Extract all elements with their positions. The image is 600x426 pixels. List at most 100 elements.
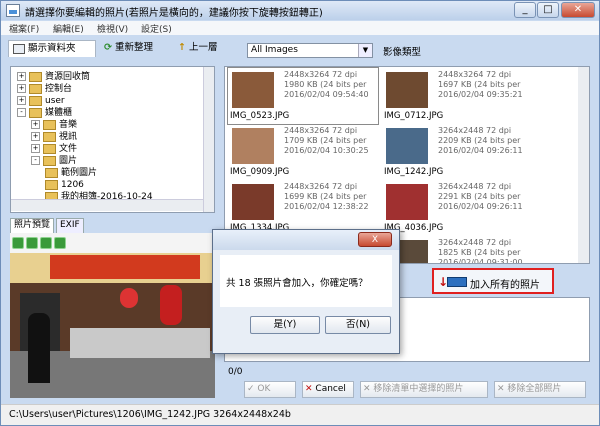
cancel-button[interactable]: ✕ Cancel (302, 381, 354, 398)
collapse-icon[interactable]: - (31, 156, 40, 165)
tab-exif[interactable]: EXIF (56, 218, 84, 233)
remove-all-label: 移除全部照片 (507, 384, 562, 394)
folder-tree[interactable]: + 資源回收筒 + 控制台 + user - 媒體櫃 + 音樂 + 視訊 + 文件 - 圖片 範例圖片 1206 我… (10, 66, 215, 213)
menu-view[interactable]: 檢視(V) (97, 22, 128, 35)
tree-node[interactable]: 1206 (45, 179, 84, 191)
photo-meta: 2448x3264 72 dpi 1699 KB (24 bits per 2016… (284, 182, 369, 212)
tree-node-label: 1206 (61, 180, 84, 190)
photo-item[interactable]: 3264x2448 72 dpi 2209 KB (24 bits per 2016… (382, 124, 532, 180)
ok-button[interactable]: ✓ OK (244, 381, 296, 398)
tree-node[interactable]: - 媒體櫃 (17, 107, 72, 119)
zoom-in-icon[interactable] (12, 237, 24, 249)
folder-icon (43, 143, 56, 154)
add-all-photos-button[interactable]: ↓ 加入所有的照片 (432, 268, 554, 294)
photo-date: 2016/02/04 12:38:22 (284, 202, 369, 211)
image-type-dropdown[interactable]: All Images ▼ (247, 43, 373, 58)
remove-all-icon: ✕ (497, 384, 505, 394)
photo-meta: 3264x2448 72 dpi 1825 KB (24 bits per 2016… (438, 238, 523, 264)
photo-meta: 2448x3264 72 dpi 1697 KB (24 bits per 2016… (438, 70, 523, 100)
photo-date: 2016/02/04 09:26:11 (438, 202, 523, 211)
tree-node-label: 資源回收筒 (45, 72, 91, 82)
tree-node-label: user (45, 96, 65, 106)
photo-size: 2209 KB (24 bits per (438, 136, 521, 145)
tree-node[interactable]: - 圖片 (31, 155, 77, 167)
x-icon: ✕ (305, 384, 313, 394)
tree-node-label: 視訊 (59, 132, 78, 142)
tree-node-label: 音樂 (59, 120, 78, 130)
tree-node[interactable]: + 資源回收筒 (17, 71, 90, 83)
app-icon (6, 4, 20, 17)
grid-vertical-scrollbar[interactable] (578, 67, 589, 263)
up-folder-button[interactable]: ↑ 上一層 (178, 40, 236, 57)
check-icon: ✓ (247, 384, 255, 394)
menu-edit[interactable]: 編輯(E) (53, 22, 84, 35)
tree-node[interactable]: 範例圖片 (45, 167, 97, 179)
tree-node[interactable]: + 視訊 (31, 131, 77, 143)
photo-item[interactable]: 2448x3264 72 dpi 1980 KB (24 bits per 2016… (227, 67, 379, 125)
tree-node-label: 媒體櫃 (45, 108, 73, 118)
photo-filename: IMG_1242.JPG (384, 167, 444, 177)
remove-all-button[interactable]: ✕ 移除全部照片 (494, 381, 586, 398)
add-all-photos-label: 加入所有的照片 (470, 280, 540, 291)
window-title: 請選擇你要編輯的照片(若照片是橫向的，建議你按下旋轉按鈕轉正) (25, 8, 323, 19)
photo-dims: 3264x2448 72 dpi (438, 238, 512, 247)
fit-icon[interactable] (40, 237, 52, 249)
photo-dims: 3264x2448 72 dpi (438, 126, 512, 135)
folder-icon (29, 95, 42, 106)
tree-node[interactable]: + user (17, 95, 65, 107)
dialog-no-button[interactable]: 否(N) (325, 316, 391, 334)
photo-preview (10, 233, 215, 398)
tree-node[interactable]: + 控制台 (17, 83, 72, 95)
tree-vertical-scrollbar[interactable] (203, 67, 214, 212)
refresh-label: 重新整理 (115, 42, 154, 53)
ok-label: OK (257, 384, 271, 394)
photo-date: 2016/02/04 09:35:21 (438, 90, 523, 99)
tree-node[interactable]: + 音樂 (31, 119, 77, 131)
minimize-button[interactable]: _ (514, 2, 536, 18)
maximize-button[interactable]: □ (537, 2, 559, 18)
tree-node[interactable]: + 文件 (31, 143, 77, 155)
photo-item[interactable]: 2448x3264 72 dpi 1709 KB (24 bits per 2016… (228, 124, 378, 180)
show-folders-tab[interactable]: 顯示資料夾 (8, 40, 96, 57)
close-button[interactable]: ✕ (561, 2, 595, 18)
photo-item[interactable]: 3264x2448 72 dpi 1825 KB (24 bits per 2016… (382, 236, 532, 264)
expand-icon[interactable]: + (31, 132, 40, 141)
cancel-label: Cancel (315, 384, 346, 394)
chevron-down-icon: ▼ (358, 44, 372, 57)
folder-icon (45, 167, 58, 178)
dialog-close-button[interactable]: X (358, 232, 392, 247)
expand-icon[interactable]: + (31, 144, 40, 153)
expand-icon[interactable]: + (17, 84, 26, 93)
zoom-out-icon[interactable] (26, 237, 38, 249)
photo-item[interactable]: 2448x3264 72 dpi 1699 KB (24 bits per 2016… (228, 180, 378, 236)
menu-file[interactable]: 檔案(F) (9, 22, 39, 35)
photo-item[interactable]: 3264x2448 72 dpi 2291 KB (24 bits per 2016… (382, 180, 532, 236)
preview-toolbar (12, 237, 132, 249)
tree-node-label: 圖片 (59, 156, 78, 166)
image-type-value: All Images (251, 45, 298, 55)
tree-node-label: 文件 (59, 144, 78, 154)
expand-icon[interactable]: + (31, 120, 40, 129)
photo-date: 2016/02/04 09:31:00 (438, 258, 523, 264)
photo-date: 2016/02/04 09:54:40 (284, 90, 369, 99)
menu-bar: 檔案(F) 編輯(E) 檢視(V) 設定(S) (1, 21, 599, 35)
expand-icon[interactable]: + (17, 96, 26, 105)
photo-size: 2291 KB (24 bits per (438, 192, 521, 201)
tree-horizontal-scrollbar[interactable] (11, 199, 203, 211)
actual-size-icon[interactable] (54, 237, 66, 249)
status-bar: C:\Users\user\Pictures\1206\IMG_1242.JPG… (1, 404, 599, 425)
up-folder-label: 上一層 (189, 42, 218, 53)
tab-photo-preview[interactable]: 照片預覽 (10, 218, 55, 233)
folder-icon (43, 155, 56, 166)
tree-node-label: 控制台 (45, 84, 73, 94)
photo-item[interactable]: 2448x3264 72 dpi 1697 KB (24 bits per 2016… (382, 68, 532, 124)
photo-dims: 2448x3264 72 dpi (284, 126, 358, 135)
refresh-button[interactable]: ⟳ 重新整理 (104, 40, 174, 57)
expand-icon[interactable]: + (17, 72, 26, 81)
remove-selected-button[interactable]: ✕ 移除清單中選擇的照片 (360, 381, 488, 398)
folder-icon (29, 83, 42, 94)
menu-settings[interactable]: 設定(S) (141, 22, 172, 35)
photo-size: 1825 KB (24 bits per (438, 248, 521, 257)
dialog-yes-button[interactable]: 是(Y) (250, 316, 320, 334)
collapse-icon[interactable]: - (17, 108, 26, 117)
